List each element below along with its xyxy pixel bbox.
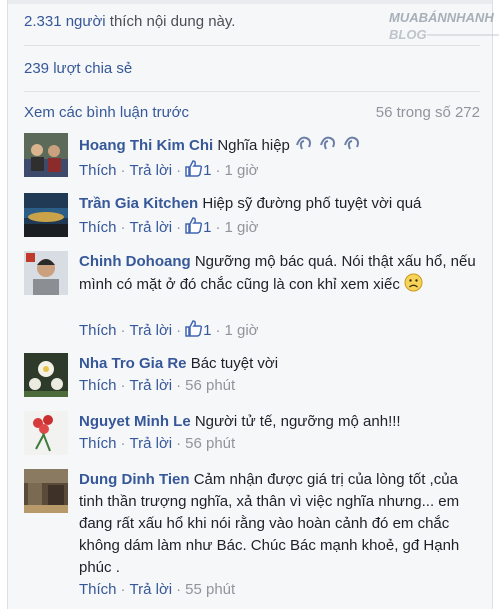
reply-link[interactable]: Trả lời: [130, 219, 173, 236]
avatar[interactable]: [24, 133, 68, 177]
divider: [24, 45, 480, 46]
comment-text: Hiệp sỹ đường phố tuyệt vời quá: [202, 195, 422, 212]
like-thumb-icon: [185, 160, 203, 181]
comment-body: Hoang Thi Kim Chi Nghĩa hiệp: [79, 133, 480, 160]
comment-author[interactable]: Nha Tro Gia Re: [79, 355, 187, 372]
like-thumb-icon: [185, 217, 203, 238]
comment-text: Nghĩa hiệp: [217, 137, 290, 154]
likes-text: thích nội dung này.: [109, 13, 236, 30]
comment-time[interactable]: 55 phút: [185, 581, 235, 598]
comments-count: 56 trong số 272: [375, 104, 480, 121]
likes-people-link[interactable]: người: [66, 13, 106, 30]
comment-text: Người tử tế, ngưỡng mộ anh!!!: [194, 413, 401, 430]
shares-link[interactable]: 239 lượt chia sẻ: [24, 60, 132, 77]
like-link[interactable]: Thích: [79, 162, 117, 179]
like-link[interactable]: Thích: [79, 377, 117, 394]
comment-actions: Thích · Trả lời · 56 phút: [79, 377, 236, 394]
avatar[interactable]: [24, 353, 68, 397]
comment-author[interactable]: Nguyet Minh Le: [79, 413, 191, 430]
comment-time[interactable]: 1 giờ: [224, 219, 258, 236]
comment-actions: Thích · Trả lời · 55 phút: [79, 581, 236, 598]
comment-body: Dung Dinh Tien Cảm nhận được giá trị của…: [79, 469, 480, 579]
comment-body: Trần Gia Kitchen Hiệp sỹ đường phố tuyệt…: [79, 193, 480, 215]
divider: [24, 91, 480, 92]
comment-time[interactable]: 1 giờ: [224, 162, 258, 179]
svg-text:MUABÁNNHANH: MUABÁNNHANH: [389, 10, 494, 25]
comment-actions: Thích · Trả lời · 1 · 1 giờ: [79, 160, 259, 181]
avatar[interactable]: [24, 411, 68, 455]
reply-link[interactable]: Trả lời: [130, 322, 173, 339]
like-link[interactable]: Thích: [79, 581, 117, 598]
like-link[interactable]: Thích: [79, 435, 117, 452]
comment-time[interactable]: 56 phút: [185, 377, 235, 394]
facebook-comment-panel: MUABÁNNHANH BLOG 2.331 người thích nội d…: [7, 0, 499, 609]
comments-header: Xem các bình luận trước 56 trong số 272: [24, 104, 480, 121]
comment-body: Nha Tro Gia Re Bác tuyệt vời: [79, 353, 480, 375]
top-divider: [8, 0, 492, 4]
comment-author[interactable]: Dung Dinh Tien: [79, 471, 190, 488]
sad-face-emoji-icon: [404, 273, 423, 299]
likes-summary: 2.331 người thích nội dung này.: [24, 13, 235, 30]
comment-time[interactable]: 1 giờ: [224, 322, 258, 339]
comment-time[interactable]: 56 phút: [185, 435, 235, 452]
comment-author[interactable]: Chinh Dohoang: [79, 253, 191, 270]
avatar[interactable]: [24, 251, 68, 295]
like-link[interactable]: Thích: [79, 219, 117, 236]
view-previous-comments-link[interactable]: Xem các bình luận trước: [24, 104, 189, 121]
svg-text:BLOG: BLOG: [389, 27, 427, 42]
comment-author[interactable]: Hoang Thi Kim Chi: [79, 137, 213, 154]
clapping-hands-emoji-icon: [294, 133, 366, 160]
likes-count[interactable]: 2.331: [24, 13, 62, 30]
avatar[interactable]: [24, 469, 68, 513]
reply-link[interactable]: Trả lời: [130, 377, 173, 394]
comment-body: Chinh Dohoang Ngưỡng mộ bác quá. Nói thậ…: [79, 251, 480, 299]
comment-actions: Thích · Trả lời · 1 · 1 giờ: [79, 217, 259, 238]
reply-link[interactable]: Trả lời: [130, 581, 173, 598]
comment-actions: Thích · Trả lời · 56 phút: [79, 435, 236, 452]
reply-link[interactable]: Trả lời: [130, 435, 173, 452]
comment-author[interactable]: Trần Gia Kitchen: [79, 195, 198, 212]
comment-text: Bác tuyệt vời: [190, 355, 279, 372]
reply-link[interactable]: Trả lời: [130, 162, 173, 179]
like-link[interactable]: Thích: [79, 322, 117, 339]
avatar[interactable]: [24, 193, 68, 237]
like-thumb-icon: [185, 320, 203, 341]
comment-actions: Thích · Trả lời · 1 · 1 giờ: [79, 320, 259, 341]
watermark-logo: MUABÁNNHANH BLOG: [389, 10, 499, 42]
comment-body: Nguyet Minh Le Người tử tế, ngưỡng mộ an…: [79, 411, 480, 433]
